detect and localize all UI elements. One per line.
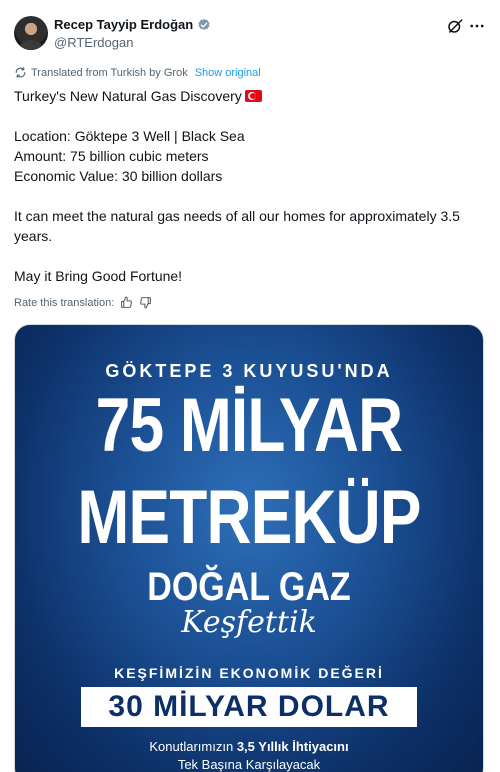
thumbs-down-icon[interactable]	[139, 296, 152, 309]
author-name[interactable]: Recep Tayyip Erdoğan	[54, 17, 193, 32]
more-icon[interactable]	[468, 17, 486, 35]
grok-icon[interactable]	[446, 17, 464, 35]
tweet-needs: It can meet the natural gas needs of all…	[14, 208, 460, 244]
show-original-link[interactable]: Show original	[195, 67, 261, 79]
tweet-media-image[interactable]: GÖKTEPE 3 KUYUSU'NDA 75 MİLYAR METREKÜP …	[14, 324, 484, 772]
tweet-economic-value: Economic Value: 30 billion dollars	[14, 168, 223, 184]
rate-translation-row: Rate this translation:	[14, 296, 152, 309]
media-line-1-bold: 3,5 Yıllık İhtiyacını	[236, 739, 349, 754]
author-handle[interactable]: @RTErdogan	[54, 35, 133, 50]
translation-note: Translated from Turkish by Grok Show ori…	[14, 66, 261, 79]
tweet-amount: Amount: 75 billion cubic meters	[14, 148, 209, 164]
rate-translation-label: Rate this translation:	[14, 296, 115, 309]
media-script-line: Keşfettik	[181, 605, 317, 640]
tweet-text: Turkey's New Natural Gas Discovery Locat…	[14, 86, 486, 286]
translation-note-text: Translated from Turkish by Grok	[31, 66, 188, 79]
tweet-closing: May it Bring Good Fortune!	[14, 268, 183, 284]
tweet-title-line: Turkey's New Natural Gas Discovery	[14, 86, 486, 106]
media-gas-line: DOĞAL GAZ	[147, 565, 351, 609]
tweet-header: Recep Tayyip Erdoğan @RTErdogan	[14, 14, 486, 58]
media-top-line: GÖKTEPE 3 KUYUSU'NDA	[105, 361, 393, 381]
tweet-title: Turkey's New Natural Gas Discovery	[14, 88, 242, 104]
tweet-location: Location: Göktepe 3 Well | Black Sea	[14, 128, 245, 144]
media-line-1: Konutlarımızın 3,5 Yıllık İhtiyacını	[15, 739, 483, 754]
turkey-flag-icon	[244, 90, 262, 102]
media-headline-1: 75 MİLYAR	[95, 383, 404, 468]
media-headline-2: METREKÜP	[77, 475, 421, 560]
media-value-box: 30 MİLYAR DOLAR	[81, 687, 417, 727]
verified-badge-icon	[198, 18, 210, 30]
media-line-1-pre: Konutlarımızın	[149, 739, 237, 754]
media-value-label: KEŞFİMİZİN EKONOMİK DEĞERİ	[114, 665, 384, 681]
author-name-row: Recep Tayyip Erdoğan	[54, 17, 211, 32]
thumbs-up-icon[interactable]	[120, 296, 133, 309]
avatar[interactable]	[14, 16, 48, 50]
translate-icon	[15, 67, 26, 78]
media-line-2: Tek Başına Karşılayacak	[177, 757, 321, 772]
